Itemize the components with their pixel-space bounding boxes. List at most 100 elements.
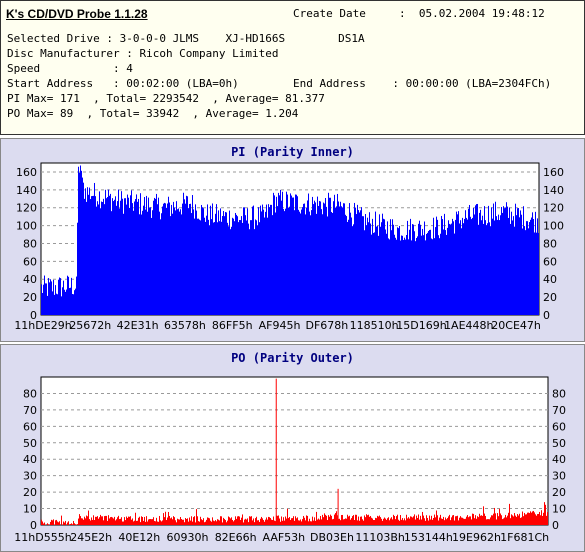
pi-bar — [53, 280, 54, 315]
pi-bar — [437, 220, 438, 315]
pi-bar — [383, 219, 384, 315]
pi-bar — [510, 224, 511, 315]
pi-bar — [307, 200, 308, 315]
pi-bar — [534, 232, 535, 315]
po-bar — [362, 519, 363, 525]
po-bar — [68, 521, 69, 525]
po-bar — [187, 518, 188, 525]
po-bar — [418, 514, 419, 525]
pi-bar — [196, 211, 197, 315]
po-bar — [103, 520, 104, 525]
pi-bar — [226, 212, 227, 315]
pi-bar — [45, 283, 46, 315]
pi-bar — [89, 188, 90, 315]
po-bar — [108, 515, 109, 525]
pi-bar — [118, 190, 119, 315]
po-bar — [240, 520, 241, 525]
pi-bar — [161, 213, 162, 315]
pi-x-tick: 1AE448h — [444, 319, 493, 332]
po-bar — [129, 517, 130, 525]
po-bar — [368, 515, 369, 525]
pi-bar — [472, 218, 473, 315]
po-bar — [188, 522, 189, 525]
pi-bar — [537, 218, 538, 315]
po-bar — [43, 524, 44, 525]
po-bar — [156, 518, 157, 525]
po-bar — [235, 516, 236, 525]
pi-bar — [348, 220, 349, 315]
pi-bar — [397, 227, 398, 315]
pi-bar — [330, 198, 331, 315]
pi-bar — [314, 201, 315, 315]
po-chart-panel: PO (Parity Outer) 0010102020303040405050… — [0, 344, 585, 552]
pi-bar — [468, 209, 469, 315]
po-bar — [211, 522, 212, 525]
pi-bar — [391, 230, 392, 315]
po-bar — [91, 518, 92, 525]
pi-bar — [42, 293, 43, 315]
pi-bar — [242, 223, 243, 315]
po-bar — [476, 519, 477, 525]
po-bar — [502, 519, 503, 525]
po-bar — [147, 522, 148, 525]
po-bar — [440, 515, 441, 525]
po-bar — [436, 511, 437, 525]
po-bar — [364, 515, 365, 525]
po-bar — [441, 518, 442, 525]
po-bar — [190, 521, 191, 525]
pi-bar — [486, 225, 487, 315]
po-bar — [403, 520, 404, 525]
pi-bar — [119, 209, 120, 315]
pi-bar — [536, 233, 537, 315]
pi-bar — [424, 222, 425, 315]
pi-bar — [231, 227, 232, 315]
po-bar — [365, 517, 366, 525]
pi-bar — [293, 198, 294, 315]
pi-bar — [232, 218, 233, 315]
po-x-tick: 245E2h — [70, 531, 112, 544]
pi-y-tick-left: 20 — [23, 291, 37, 304]
po-bar — [115, 520, 116, 525]
pi-bar — [183, 193, 184, 315]
pi-bar — [514, 227, 515, 315]
pi-bar — [186, 196, 187, 315]
pi-bar — [225, 212, 226, 315]
pi-y-tick-left: 120 — [16, 202, 37, 215]
po-bar — [150, 519, 151, 525]
po-bar — [64, 523, 65, 525]
pi-bar — [249, 229, 250, 315]
pi-bar — [258, 207, 259, 315]
po-bar — [266, 517, 267, 525]
po-bar — [507, 516, 508, 525]
pi-bar — [68, 277, 69, 315]
po-bar — [384, 518, 385, 525]
po-bar — [83, 520, 84, 525]
pi-bar — [475, 205, 476, 315]
pi-bar — [406, 235, 407, 315]
po-bar — [428, 521, 429, 525]
po-bar — [159, 516, 160, 525]
pi-bar — [382, 214, 383, 315]
pi-bar — [238, 222, 239, 315]
pi-bar — [308, 194, 309, 315]
po-bar — [369, 517, 370, 525]
pi-bar — [125, 198, 126, 315]
po-bar — [95, 517, 96, 525]
po-bar — [257, 520, 258, 525]
po-bar — [280, 522, 281, 525]
po-bar — [272, 520, 273, 525]
po-bar — [498, 516, 499, 525]
pi-bar — [268, 204, 269, 315]
pi-bar — [318, 206, 319, 315]
pi-bar — [256, 220, 257, 315]
pi-bar — [372, 219, 373, 315]
pi-bar — [76, 277, 77, 315]
pi-x-tick: 63578h — [164, 319, 206, 332]
pi-bar — [419, 221, 420, 315]
po-bar — [407, 518, 408, 525]
po-bar — [489, 519, 490, 525]
pi-bar — [63, 281, 64, 315]
pi-bar — [142, 211, 143, 315]
pi-bar — [402, 236, 403, 315]
po-bar — [414, 514, 415, 525]
